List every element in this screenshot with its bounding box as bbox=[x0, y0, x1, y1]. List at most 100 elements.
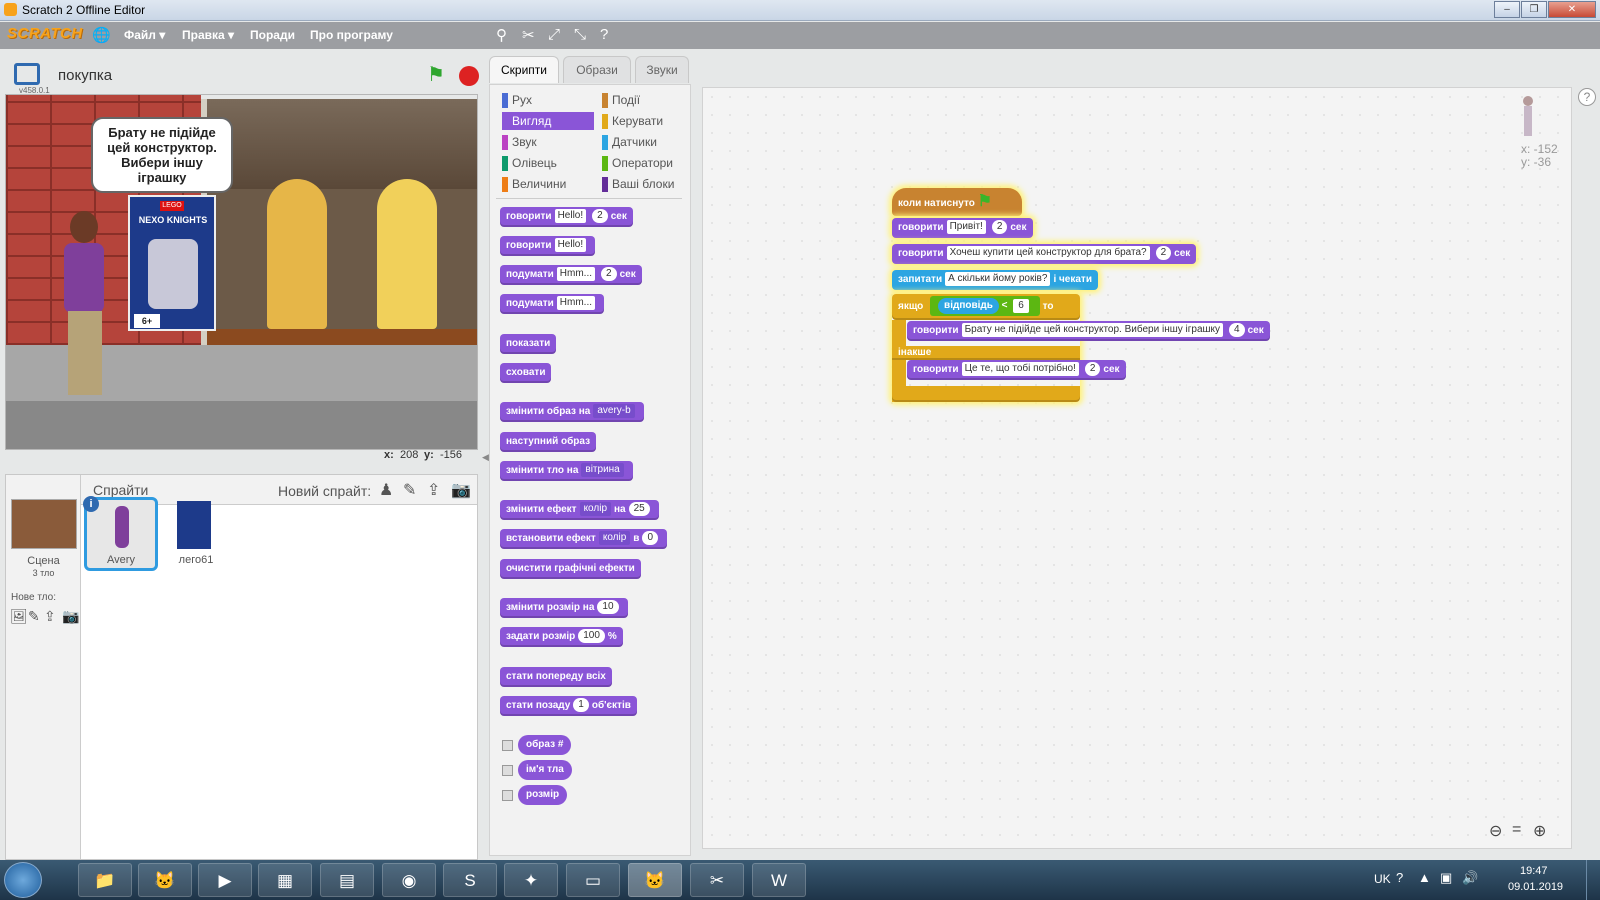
upload-backdrop-icon[interactable]: ⇪ bbox=[44, 608, 56, 625]
taskbar-scratch-icon[interactable]: 🐱 bbox=[138, 863, 192, 897]
block-say-offer[interactable]: говорити Хочеш купити цей конструктор для… bbox=[892, 244, 1197, 264]
category-more-blocks[interactable]: Ваші блоки bbox=[602, 175, 696, 193]
help-icon[interactable]: ? bbox=[600, 26, 608, 43]
block-switch-backdrop[interactable]: змінити тло на вітрина bbox=[500, 461, 633, 481]
taskbar-skype-icon[interactable]: S bbox=[443, 863, 497, 897]
collapse-stage-icon[interactable]: ◀ bbox=[482, 452, 489, 463]
scripts-area[interactable]: x: -152 y: -36 коли натиснуто ⚑ говорити… bbox=[702, 87, 1572, 849]
block-go-back[interactable]: стати позаду 1 об'єктів bbox=[500, 696, 637, 716]
taskbar-explorer-icon[interactable]: 📁 bbox=[78, 863, 132, 897]
minimize-button[interactable]: – bbox=[1494, 1, 1520, 18]
tray-arrow-icon[interactable]: ▲ bbox=[1418, 870, 1431, 885]
backdrop-library-icon[interactable]: 🖼 bbox=[10, 608, 28, 625]
block-input[interactable]: 2 bbox=[1155, 246, 1172, 261]
checkbox-backdrop-name[interactable] bbox=[502, 765, 513, 776]
block-input[interactable]: 10 bbox=[597, 600, 619, 615]
paint-sprite-icon[interactable]: ✎ bbox=[403, 480, 416, 500]
sprite-library-icon[interactable]: ♟ bbox=[379, 480, 393, 500]
taskbar-chrome-icon[interactable]: ◉ bbox=[382, 863, 436, 897]
volume-icon[interactable]: 🔊 bbox=[1462, 870, 1478, 886]
category-control[interactable]: Керувати bbox=[602, 112, 696, 130]
zoom-in-icon[interactable]: ⊕ bbox=[1533, 821, 1546, 841]
answer-reporter[interactable]: відповідь bbox=[938, 298, 999, 315]
stage[interactable]: Брату не підійде цей конструктор. Вибери… bbox=[5, 94, 478, 450]
block-say-this-is-it[interactable]: говорити Це те, що тобі потрібно! 2 сек bbox=[907, 360, 1126, 380]
block-input[interactable]: 0 bbox=[642, 531, 659, 546]
checkbox-costume-number[interactable] bbox=[502, 740, 513, 751]
language-indicator[interactable]: UK bbox=[1374, 872, 1391, 886]
globe-icon[interactable]: 🌐 bbox=[92, 26, 111, 44]
scratch-logo[interactable]: SCRATCH bbox=[7, 25, 83, 42]
block-input[interactable]: 4 bbox=[1229, 323, 1245, 338]
block-input[interactable]: 2 bbox=[592, 209, 608, 224]
green-flag-icon[interactable]: ⚑ bbox=[427, 62, 445, 87]
sprite-thumb-avery[interactable]: i Avery bbox=[83, 496, 158, 571]
menu-about[interactable]: Про програму bbox=[310, 28, 393, 42]
block-dropdown[interactable]: колір bbox=[579, 502, 612, 517]
avery-sprite[interactable] bbox=[60, 211, 112, 401]
category-sound[interactable]: Звук bbox=[502, 133, 596, 151]
less-than-operator[interactable]: відповідь < 6 bbox=[930, 296, 1040, 317]
block-input[interactable]: Це те, що тобі потрібно! bbox=[961, 362, 1079, 377]
stage-thumbnail[interactable] bbox=[11, 499, 77, 549]
block-input[interactable]: 2 bbox=[1084, 362, 1101, 377]
block-show[interactable]: показати bbox=[500, 334, 557, 354]
checkbox-size[interactable] bbox=[502, 790, 513, 801]
zoom-out-icon[interactable]: ⊖ bbox=[1489, 821, 1502, 841]
block-input[interactable]: Привіт! bbox=[946, 220, 986, 235]
block-input[interactable]: Hello! bbox=[554, 209, 587, 224]
clock-time[interactable]: 19:47 bbox=[1520, 865, 1548, 877]
block-input[interactable]: 2 bbox=[991, 220, 1008, 235]
upload-sprite-icon[interactable]: ⇪ bbox=[427, 480, 440, 500]
block-input[interactable]: 1 bbox=[573, 698, 589, 713]
block-input[interactable]: 6 bbox=[1013, 298, 1029, 313]
taskbar-kmplayer-icon[interactable]: ▶ bbox=[198, 863, 252, 897]
block-say-hello[interactable]: говорити Привіт! 2 сек bbox=[892, 218, 1033, 238]
category-motion[interactable]: Рух bbox=[502, 91, 596, 109]
block-dropdown[interactable]: avery-b bbox=[593, 404, 635, 419]
block-dropdown[interactable]: вітрина bbox=[581, 463, 624, 478]
tab-costumes[interactable]: Образи bbox=[563, 56, 631, 83]
block-ask-and-wait[interactable]: запитати А скільки йому років? і чекати bbox=[892, 270, 1098, 290]
cut-icon[interactable]: ✂ bbox=[522, 26, 535, 44]
category-looks[interactable]: Вигляд bbox=[502, 112, 594, 130]
block-say-not-suitable[interactable]: говорити Брату не підійде цей конструктор… bbox=[907, 321, 1270, 341]
block-input[interactable]: 100 bbox=[578, 629, 605, 644]
block-input[interactable]: 25 bbox=[628, 502, 650, 517]
block-input[interactable]: Хочеш купити цей конструктор для брата? bbox=[946, 246, 1150, 261]
block-switch-costume[interactable]: змінити образ на avery-b bbox=[500, 402, 644, 422]
block-input[interactable]: Hmm... bbox=[556, 267, 596, 282]
camera-sprite-icon[interactable]: 📷 bbox=[451, 480, 471, 500]
block-think[interactable]: подумати Hmm... bbox=[500, 294, 605, 314]
block-hide[interactable]: сховати bbox=[500, 363, 552, 383]
block-think-for-secs[interactable]: подумати Hmm... 2 сек bbox=[500, 265, 642, 285]
block-input[interactable]: Брату не підійде цей конструктор. Вибери… bbox=[961, 323, 1224, 338]
maximize-button[interactable]: ❐ bbox=[1521, 1, 1547, 18]
if-else-block[interactable]: якщо відповідь < 6 то інакше bbox=[892, 294, 1080, 402]
duplicate-stamp-icon[interactable]: ⚲ bbox=[496, 26, 507, 44]
reporter-backdrop-name[interactable]: ім'я тла bbox=[518, 760, 572, 780]
block-input[interactable]: 2 bbox=[601, 267, 617, 282]
menu-tips[interactable]: Поради bbox=[250, 28, 295, 42]
taskbar-publisher-icon[interactable]: ▤ bbox=[320, 863, 374, 897]
block-say[interactable]: говорити Hello! bbox=[500, 236, 596, 256]
block-change-effect[interactable]: змінити ефект колір на 25 bbox=[500, 500, 659, 520]
block-set-effect[interactable]: встановити ефект колір в 0 bbox=[500, 529, 668, 549]
category-data[interactable]: Величини bbox=[502, 175, 596, 193]
taskbar-word-icon[interactable]: W bbox=[752, 863, 806, 897]
block-next-costume[interactable]: наступний образ bbox=[500, 432, 597, 452]
stop-icon[interactable] bbox=[459, 66, 479, 86]
paint-backdrop-icon[interactable]: ✎ bbox=[28, 608, 40, 625]
tab-scripts[interactable]: Скрипти bbox=[489, 56, 559, 83]
help-tray-icon[interactable]: ? bbox=[1396, 870, 1403, 885]
category-events[interactable]: Події bbox=[602, 91, 696, 109]
block-dropdown[interactable]: колір bbox=[598, 531, 631, 546]
taskbar-apps-icon[interactable]: ▦ bbox=[258, 863, 312, 897]
reporter-size[interactable]: розмір bbox=[518, 785, 568, 805]
block-input[interactable]: Hmm... bbox=[556, 296, 596, 311]
block-change-size[interactable]: змінити розмір на 10 bbox=[500, 598, 628, 618]
sprite-thumb-lego61[interactable]: лего61 bbox=[160, 497, 232, 569]
info-icon[interactable]: i bbox=[83, 496, 99, 512]
taskbar-pdf-icon[interactable]: ✦ bbox=[504, 863, 558, 897]
block-go-to-front[interactable]: стати попереду всіх bbox=[500, 667, 612, 687]
